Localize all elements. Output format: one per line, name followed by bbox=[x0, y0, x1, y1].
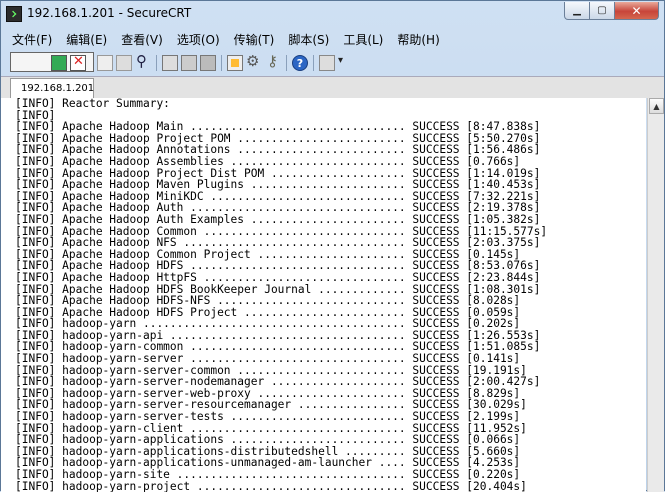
menu-edit[interactable]: 编辑(E) bbox=[66, 31, 107, 48]
toolbar-separator bbox=[286, 55, 287, 71]
menu-options[interactable]: 选项(O) bbox=[177, 31, 220, 48]
terminal-line: [INFO] Apache Hadoop Assemblies ........… bbox=[15, 154, 521, 168]
toolbar-separator bbox=[313, 55, 314, 71]
disconnect-icon[interactable] bbox=[70, 54, 86, 71]
print-setup-icon[interactable] bbox=[200, 55, 216, 71]
print-selection-icon[interactable] bbox=[181, 55, 197, 71]
toolbar-separator bbox=[221, 55, 222, 71]
vertical-scrollbar[interactable]: ▲ bbox=[647, 98, 664, 492]
maximize-button[interactable]: ▢ bbox=[590, 2, 615, 20]
more-icon[interactable] bbox=[319, 55, 335, 71]
terminal-line: [INFO] hadoop-yarn-server-tests ........… bbox=[15, 410, 521, 424]
terminal-margin bbox=[1, 98, 11, 492]
session-tab-bar: 192.168.1.201 bbox=[1, 76, 664, 98]
global-options-icon[interactable] bbox=[246, 52, 262, 71]
help-icon[interactable]: ? bbox=[292, 55, 308, 71]
menu-help[interactable]: 帮助(H) bbox=[397, 31, 439, 48]
session-options-icon[interactable] bbox=[227, 55, 243, 71]
menu-transfer[interactable]: 传输(T) bbox=[234, 31, 275, 48]
menu-file[interactable]: 文件(F) bbox=[12, 31, 52, 48]
terminal-line: [INFO] Apache Hadoop HttpFS ............… bbox=[15, 270, 541, 284]
paste-icon[interactable] bbox=[116, 55, 132, 71]
terminal-line: [INFO] Apache Hadoop Maven Plugins .....… bbox=[15, 178, 541, 192]
menu-script[interactable]: 脚本(S) bbox=[288, 31, 329, 48]
terminal-line: [INFO] hadoop-yarn-site ................… bbox=[15, 468, 521, 481]
session-tab[interactable]: 192.168.1.201 bbox=[10, 78, 94, 98]
menu-view[interactable]: 查看(V) bbox=[121, 31, 163, 48]
find-icon[interactable] bbox=[135, 52, 151, 71]
keymap-icon[interactable] bbox=[265, 52, 281, 71]
toolbar-separator bbox=[156, 55, 157, 71]
minimize-button[interactable]: ▁ bbox=[564, 2, 590, 20]
securecrt-window: 192.168.1.201 - SecureCRT ▁ ▢ ✕ 文件(F) 编辑… bbox=[0, 0, 665, 492]
terminal-line: [INFO] Apache Hadoop Auth Examples .....… bbox=[15, 212, 541, 226]
terminal-line: [INFO] hadoop-yarn-server ..............… bbox=[15, 352, 521, 366]
menu-tools[interactable]: 工具(L) bbox=[343, 31, 383, 48]
title-bar: 192.168.1.201 - SecureCRT ▁ ▢ ✕ bbox=[1, 1, 664, 27]
copy-icon[interactable] bbox=[97, 55, 113, 71]
print-icon[interactable] bbox=[162, 55, 178, 71]
scroll-up-arrow-icon[interactable]: ▲ bbox=[649, 98, 664, 114]
securecrt-app-icon bbox=[6, 6, 22, 22]
terminal-line: [INFO] Reactor Summary: bbox=[15, 98, 170, 110]
terminal-text: [INFO] Reactor Summary: [INFO] [INFO] Apac… bbox=[11, 98, 646, 492]
terminal-line: [INFO] Apache Hadoop HDFS-NFS ..........… bbox=[15, 294, 521, 308]
session-tab-label: 192.168.1.201 bbox=[21, 83, 95, 94]
terminal-line: [INFO] hadoop-yarn-project .............… bbox=[15, 479, 527, 492]
menu-bar: 文件(F) 编辑(E) 查看(V) 选项(O) 传输(T) 脚本(S) 工具(L… bbox=[1, 28, 664, 50]
terminal-line: [INFO] Apache Hadoop NFS ...............… bbox=[15, 236, 541, 250]
toolbar: ? bbox=[1, 51, 664, 75]
reconnect-icon[interactable] bbox=[51, 55, 67, 71]
window-title: 192.168.1.201 - SecureCRT bbox=[27, 6, 192, 20]
window-controls: ▁ ▢ ✕ bbox=[564, 2, 659, 20]
close-button[interactable]: ✕ bbox=[615, 2, 659, 20]
chevron-down-icon[interactable] bbox=[338, 55, 346, 71]
terminal-output[interactable]: [INFO] Reactor Summary: [INFO] [INFO] Apac… bbox=[11, 98, 646, 492]
